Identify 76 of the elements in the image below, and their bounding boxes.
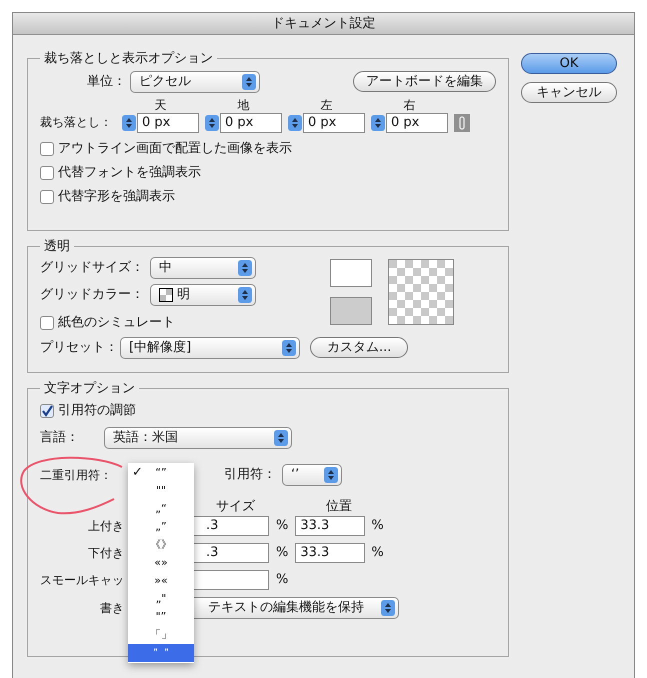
percent-label: % [276, 544, 288, 562]
text-field[interactable]: 0 px [137, 112, 199, 132]
text-field[interactable]: 33.3 [295, 542, 366, 562]
text-field[interactable]: 0 px [386, 112, 448, 132]
preset-dropdown[interactable]: [中解像度] [120, 336, 300, 358]
preset-label: プリセット： [40, 338, 119, 357]
checkbox-label: 代替字形を強調表示 [58, 188, 175, 206]
grid-color-label: グリッドカラー： [40, 286, 145, 304]
checker-swatch-icon [159, 288, 173, 302]
stepper-icon [288, 114, 302, 130]
text-field[interactable]: 0 px [303, 112, 365, 132]
menu-item[interactable]: „“ [128, 500, 194, 518]
position-header: 位置 [326, 498, 352, 514]
single-quotes-dropdown[interactable]: ‘’ [282, 464, 342, 486]
bleed-side-label: 右 [404, 96, 416, 112]
checkbox-label: 紙色のシミュレート [58, 314, 175, 332]
menu-item[interactable]: "" [128, 482, 194, 500]
stepper-icon [238, 286, 252, 302]
text-field[interactable]: 0 px [220, 112, 282, 132]
stepper-icon [238, 260, 252, 276]
stepper-icon [324, 466, 338, 482]
unit-label: 単位： [86, 72, 127, 91]
section-title: 裁ち落としと表示オプション [43, 50, 214, 68]
percent-label: % [276, 516, 288, 535]
menu-item[interactable]: 「」 [128, 626, 194, 644]
stepper-icon [122, 114, 136, 130]
checkbox-label: アウトライン画面で配置した画像を表示 [58, 140, 292, 158]
size-header: サイズ [216, 498, 256, 514]
text-field[interactable]: 33.3 [295, 516, 366, 536]
link-icon[interactable] [454, 114, 470, 132]
window-title: ドキュメント設定 [272, 14, 376, 33]
row-label: 上付き [87, 518, 124, 534]
checkbox[interactable] [40, 316, 54, 330]
double-quotes-label: 二重引用符： [40, 466, 113, 484]
edit-artboards-button[interactable]: アートボードを編集 [353, 71, 496, 92]
custom-button[interactable]: カスタム... [310, 337, 408, 358]
row-label: スモールキャッ [40, 572, 124, 588]
stepper-icon [205, 114, 219, 130]
percent-label: % [276, 570, 288, 589]
grid-size-dropdown[interactable]: 中 [150, 256, 256, 278]
menu-item[interactable]: ＂＂ [128, 644, 194, 662]
stepper-icon [371, 114, 385, 130]
section-title: 透明 [43, 238, 71, 256]
stepper-icon [381, 600, 395, 616]
percent-label: % [371, 516, 384, 535]
menu-item[interactable]: »« [128, 572, 194, 590]
grid-color-dropdown[interactable]: 明 [150, 284, 256, 306]
percent-label: % [371, 544, 384, 562]
single-quotes-label: 引用符： [224, 466, 277, 484]
export-label: 書き [99, 600, 124, 616]
paper-swatch [330, 258, 372, 286]
checkerboard-preview [388, 258, 454, 324]
stepper-icon [282, 340, 296, 356]
checkbox[interactable] [40, 404, 54, 418]
checkbox-label: 引用符の調節 [58, 402, 136, 420]
unit-dropdown[interactable]: ピクセル [130, 70, 260, 92]
checkbox[interactable] [40, 190, 54, 204]
section-title: 文字オプション [43, 380, 136, 398]
row-label: 下付き [87, 544, 124, 562]
checkbox[interactable] [40, 166, 54, 180]
language-label: 言語： [40, 428, 80, 447]
stepper-icon [242, 74, 256, 90]
bleed-side-label: 左 [320, 96, 332, 112]
ok-button[interactable]: OK [521, 53, 617, 74]
checkbox[interactable] [40, 142, 54, 156]
menu-item[interactable]: ✓ “” [128, 464, 194, 482]
cancel-button[interactable]: キャンセル [521, 82, 617, 103]
check-mark: ✓ [132, 464, 143, 482]
grid-swatch [330, 296, 372, 324]
bleed-side-label: 天 [154, 96, 166, 112]
language-dropdown[interactable]: 英語：米国 [104, 426, 292, 448]
bleed-side-label: 地 [238, 96, 250, 112]
stepper-icon [274, 430, 288, 446]
bleed-label: 裁ち落とし： [40, 114, 113, 130]
checkbox-label: 代替フォントを強調表示 [58, 164, 201, 182]
grid-size-label: グリッドサイズ： [40, 258, 145, 277]
